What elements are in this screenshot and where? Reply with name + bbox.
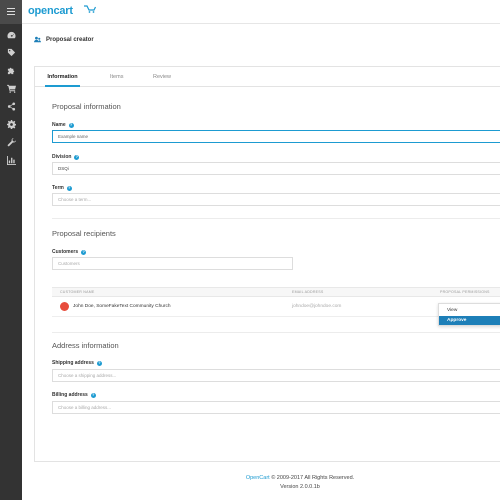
table-row[interactable]: John Doe, SomeFakeText Community Church … (52, 297, 500, 317)
avatar (60, 302, 69, 311)
top-header: opencart (22, 0, 500, 24)
customer-name-cell: John Doe, SomeFakeText Community Church (73, 304, 171, 309)
column-header: Proposal permissions (440, 290, 490, 294)
address-information-heading: Address information (52, 341, 119, 350)
page-title: Proposal creator (46, 36, 94, 43)
divider (52, 218, 500, 219)
customers-input[interactable]: Customers (52, 257, 293, 270)
term-label: Term (52, 185, 72, 191)
customers-label-text: Customers (52, 249, 79, 255)
customers-label: Customers (52, 249, 87, 255)
help-icon[interactable] (66, 185, 72, 191)
proposal-recipients-heading: Proposal recipients (52, 229, 116, 238)
share-icon[interactable] (0, 97, 22, 115)
tab-items[interactable]: Items (110, 67, 123, 87)
tab-bar: Information Items Review (35, 67, 500, 87)
shipping-address-select[interactable]: Choose a shipping address... (52, 369, 500, 382)
help-icon[interactable] (74, 154, 80, 160)
cart-logo-icon (84, 5, 96, 13)
name-label-text: Name (52, 122, 66, 128)
tab-review[interactable]: Review (153, 67, 171, 87)
permission-option-approve[interactable]: Approve (439, 316, 500, 325)
divider (52, 332, 500, 333)
shipping-address-label-text: Shipping address (52, 360, 94, 366)
name-label: Name (52, 122, 74, 128)
proposal-information-heading: Proposal information (52, 102, 121, 111)
billing-address-label: Billing address (52, 392, 96, 398)
bar-chart-icon[interactable] (0, 151, 22, 169)
billing-address-select[interactable]: Choose a billing address... (52, 401, 500, 414)
tag-icon[interactable] (0, 43, 22, 61)
dashboard-icon[interactable] (0, 26, 22, 44)
division-select[interactable]: DSQi (52, 162, 500, 175)
help-icon[interactable] (96, 360, 102, 366)
copyright-line: OpenCart © 2009-2017 All Rights Reserved… (100, 474, 500, 483)
copyright-text: © 2009-2017 All Rights Reserved. (271, 475, 355, 481)
term-select[interactable]: Choose a term... (52, 193, 500, 206)
shopping-cart-icon[interactable] (0, 79, 22, 97)
puzzle-icon[interactable] (0, 61, 22, 79)
column-header: Email address (292, 290, 324, 294)
menu-toggle-button[interactable] (0, 0, 22, 24)
opencart-logo[interactable]: opencart (28, 5, 73, 17)
footer: OpenCart © 2009-2017 All Rights Reserved… (0, 474, 500, 492)
division-label-text: Division (52, 154, 72, 160)
wrench-icon[interactable] (0, 133, 22, 151)
column-header: Customer name (60, 290, 95, 294)
opencart-link[interactable]: OpenCart (246, 475, 270, 481)
shipping-address-label: Shipping address (52, 360, 102, 366)
term-label-text: Term (52, 185, 64, 191)
version-text: Version 2.0.0.1b (280, 484, 320, 490)
sidebar (0, 0, 22, 500)
people-icon (34, 36, 41, 43)
help-icon[interactable] (90, 392, 96, 398)
help-icon[interactable] (68, 122, 74, 128)
division-label: Division (52, 154, 80, 160)
recipients-table-header: Customer name Email address Proposal per… (52, 287, 500, 297)
email-cell: johndoe@johndoe.com (292, 304, 342, 309)
gear-icon[interactable] (0, 115, 22, 133)
tab-information[interactable]: Information (45, 67, 80, 87)
permission-option-view[interactable]: View (439, 306, 500, 315)
permissions-dropdown[interactable]: View Approve (438, 303, 500, 326)
help-icon[interactable] (81, 249, 87, 255)
billing-address-label-text: Billing address (52, 392, 88, 398)
page-heading: Proposal creator (34, 36, 94, 43)
name-input[interactable]: Example name (52, 130, 500, 143)
